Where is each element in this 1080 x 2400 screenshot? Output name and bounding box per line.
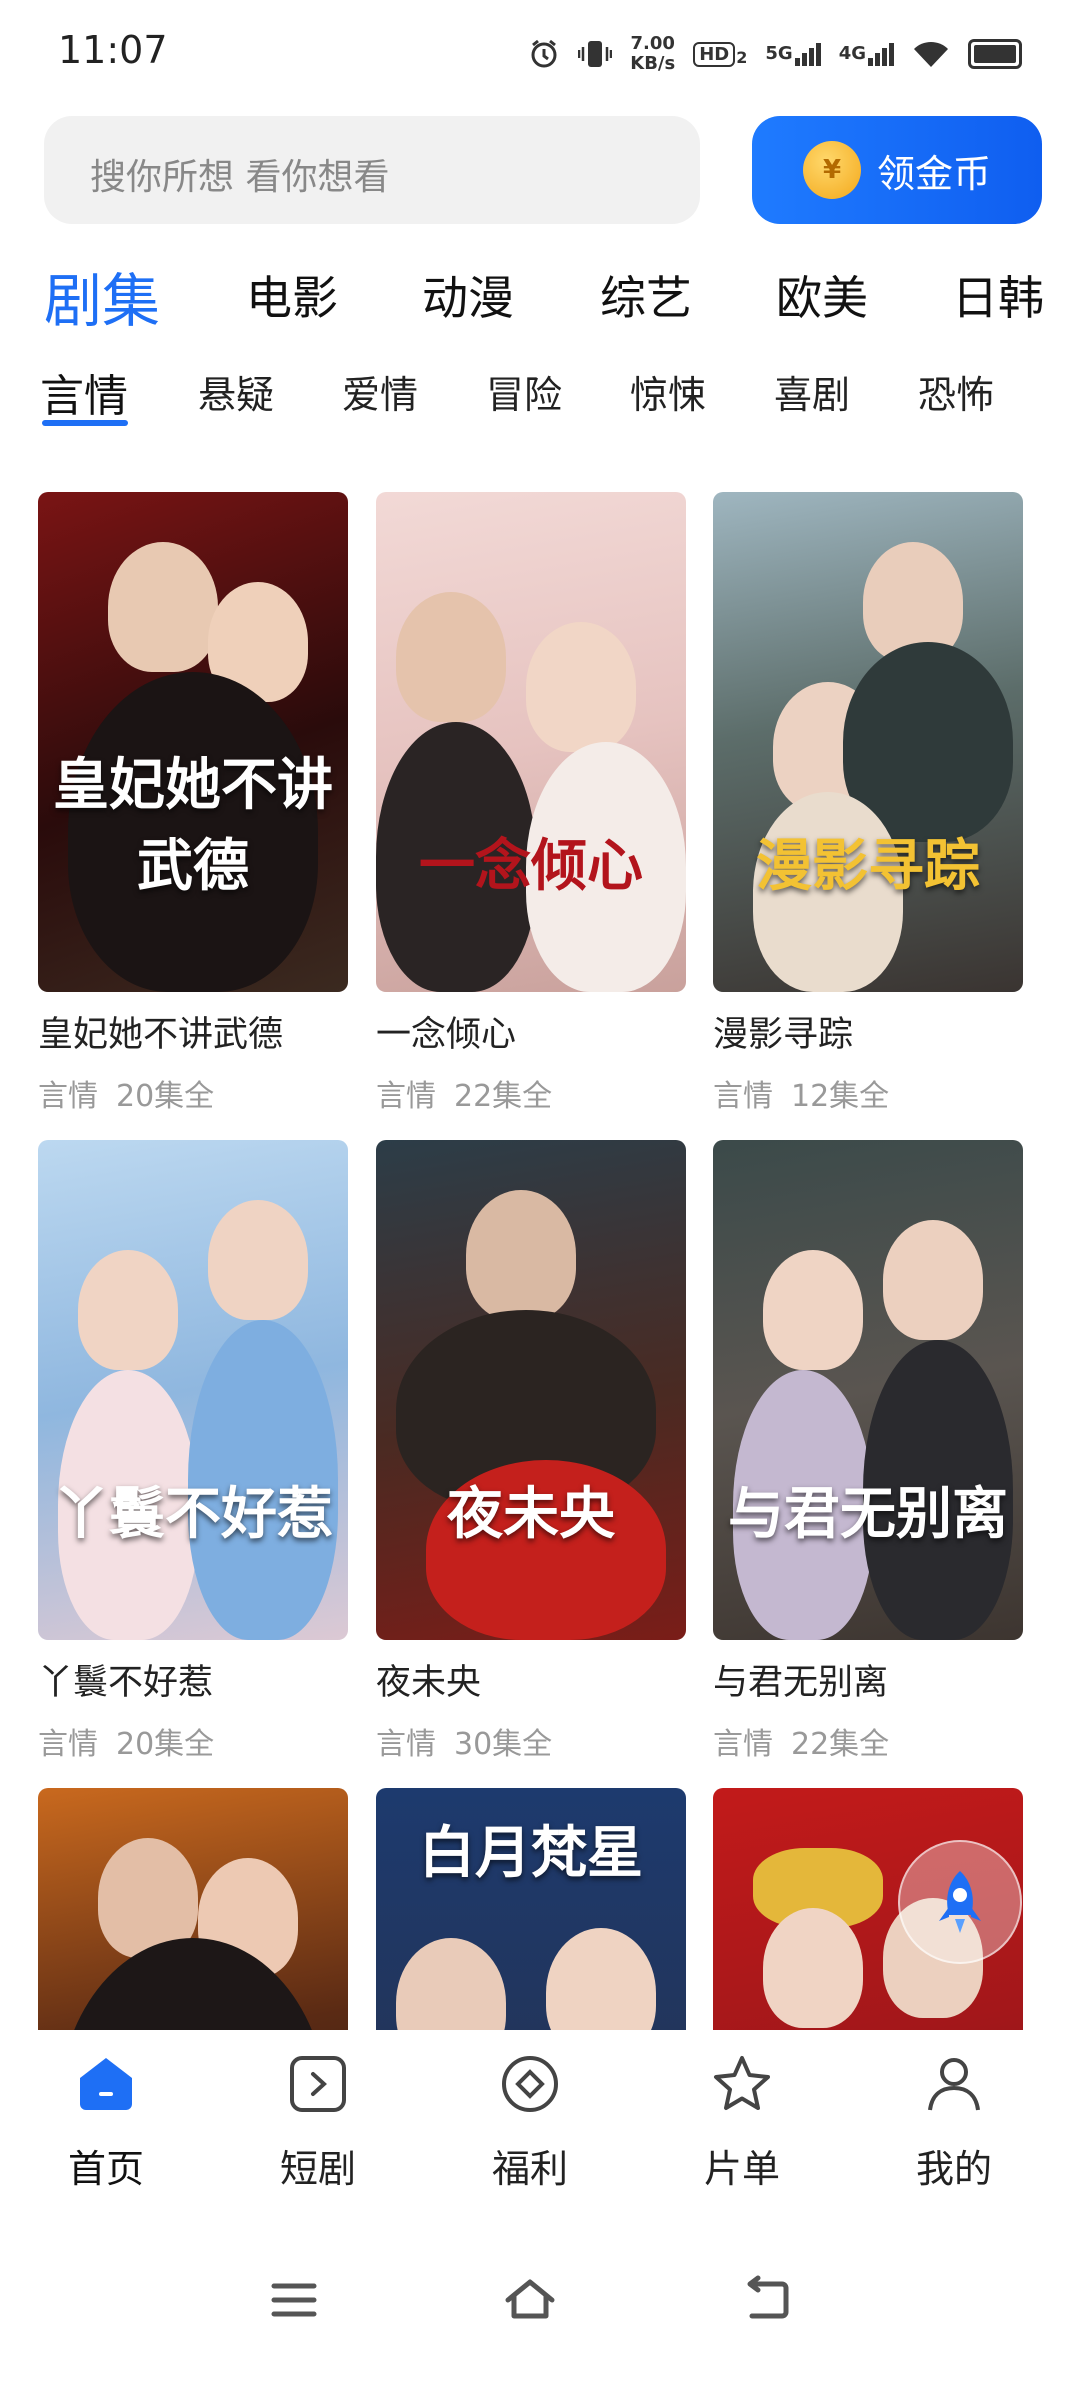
home-icon [80,2058,132,2110]
genre-tab-comedy[interactable]: 喜剧 [774,364,850,419]
nav-profile[interactable]: 我的 [874,2052,1034,2193]
drama-poster: 白月梵星 [376,1788,686,2062]
wifi-icon [914,41,948,67]
drama-meta: 言情 22集全 [713,1727,890,1762]
genre-tab-adventure[interactable]: 冒险 [486,364,562,419]
drama-title: 与君无别离 [713,1663,889,1703]
alarm-icon [531,39,557,68]
signal-4g-icon: 4G [839,42,894,66]
drama-card[interactable]: 一念倾心 一念倾心 言情 22集全 [376,492,686,1115]
user-icon [928,2058,980,2111]
drama-card[interactable]: 皇妃她不讲武德 皇妃她不讲武德 言情 20集全 [38,492,348,1115]
drama-card[interactable]: 白月梵星 [376,1788,686,2062]
back-to-top-button[interactable] [898,1840,1022,1964]
rocket-icon [939,1871,981,1933]
nav-benefits[interactable]: 福利 [450,2052,610,2193]
tab-japan-korea[interactable]: 日韩 [952,262,1044,328]
tab-western[interactable]: 欧美 [776,262,868,328]
drama-poster: 丫鬟不好惹 [38,1140,348,1640]
category-tabs: 剧集 电影 动漫 综艺 欧美 日韩 [44,262,1080,342]
genre-tab-suspense[interactable]: 悬疑 [198,364,274,419]
coin-icon: ¥ [802,141,861,199]
net-speed: 7.00 KB/s [630,33,676,74]
battery-icon [968,39,1022,69]
drama-card[interactable]: 与君无别离 与君无别离 言情 22集全 [713,1140,1023,1763]
drama-title: 皇妃她不讲武德 [38,1015,284,1055]
tab-variety[interactable]: 综艺 [600,262,692,328]
nav-short-drama[interactable]: 短剧 [238,2052,398,2193]
claim-coins-button[interactable]: ¥ 领金币 [752,116,1042,224]
menu-icon[interactable] [264,2270,324,2330]
bottom-navigation: 首页 短剧 福利 片单 我的 [0,2030,1080,2230]
drama-poster [38,1788,348,2062]
nav-playlist[interactable]: 片单 [662,2052,822,2193]
drama-title: 漫影寻踪 [713,1015,854,1055]
search-placeholder: 搜你所想 看你想看 [90,157,390,198]
hd-icon: HD 2 [693,41,747,67]
drama-card[interactable]: 漫影寻踪 漫影寻踪 言情 12集全 [713,492,1023,1115]
tab-anime[interactable]: 动漫 [422,262,514,328]
claim-coins-label: 领金币 [876,151,991,196]
vibrate-icon [578,41,613,67]
genre-tabs: 言情 悬疑 爱情 冒险 惊悚 喜剧 恐怖 [40,364,1080,444]
tab-drama-series[interactable]: 剧集 [44,254,160,338]
gift-diamond-icon [502,2056,558,2112]
search-input[interactable]: 搜你所想 看你想看 [44,116,700,224]
drama-title: 一念倾心 [376,1015,517,1055]
genre-tab-horror[interactable]: 恐怖 [918,364,994,419]
tab-movies[interactable]: 电影 [246,262,338,328]
drama-title: 丫鬟不好惹 [38,1663,214,1703]
genre-tab-romance[interactable]: 言情 [40,360,128,424]
drama-card[interactable]: 丫鬟不好惹 丫鬟不好惹 言情 20集全 [38,1140,348,1763]
drama-poster: 皇妃她不讲武德 [38,492,348,992]
back-icon[interactable] [736,2270,796,2330]
drama-poster: 与君无别离 [713,1140,1023,1640]
status-icons: 7.00 KB/s HD 2 5G 4G [528,32,1022,76]
home-button-icon[interactable] [500,2270,560,2330]
drama-meta: 言情 20集全 [38,1079,215,1114]
drama-meta: 言情 12集全 [713,1079,890,1114]
status-bar: 11:07 7.00 KB/s HD 2 5G 4G [0,0,1080,100]
play-box-icon [290,2056,346,2112]
genre-tab-love[interactable]: 爱情 [342,364,418,419]
drama-poster: 漫影寻踪 [713,492,1023,992]
star-icon [714,2056,770,2110]
drama-poster: 一念倾心 [376,492,686,992]
drama-card[interactable]: 夜未央 夜未央 言情 30集全 [376,1140,686,1763]
drama-meta: 言情 30集全 [376,1727,553,1762]
active-tab-indicator [42,420,128,426]
drama-card[interactable] [38,1788,348,2062]
signal-5g-icon: 5G [765,42,821,66]
clock: 11:07 [58,28,168,72]
drama-grid: 皇妃她不讲武德 皇妃她不讲武德 言情 20集全 一念倾心 一念倾心 言情 22集全 … [0,492,1080,2062]
drama-meta: 言情 22集全 [376,1079,553,1114]
system-navigation-bar [0,2240,1080,2400]
drama-title: 夜未央 [376,1663,482,1703]
genre-tab-thriller[interactable]: 惊悚 [630,364,706,419]
drama-poster: 夜未央 [376,1140,686,1640]
drama-meta: 言情 20集全 [38,1727,215,1762]
nav-home[interactable]: 首页 [26,2052,186,2193]
